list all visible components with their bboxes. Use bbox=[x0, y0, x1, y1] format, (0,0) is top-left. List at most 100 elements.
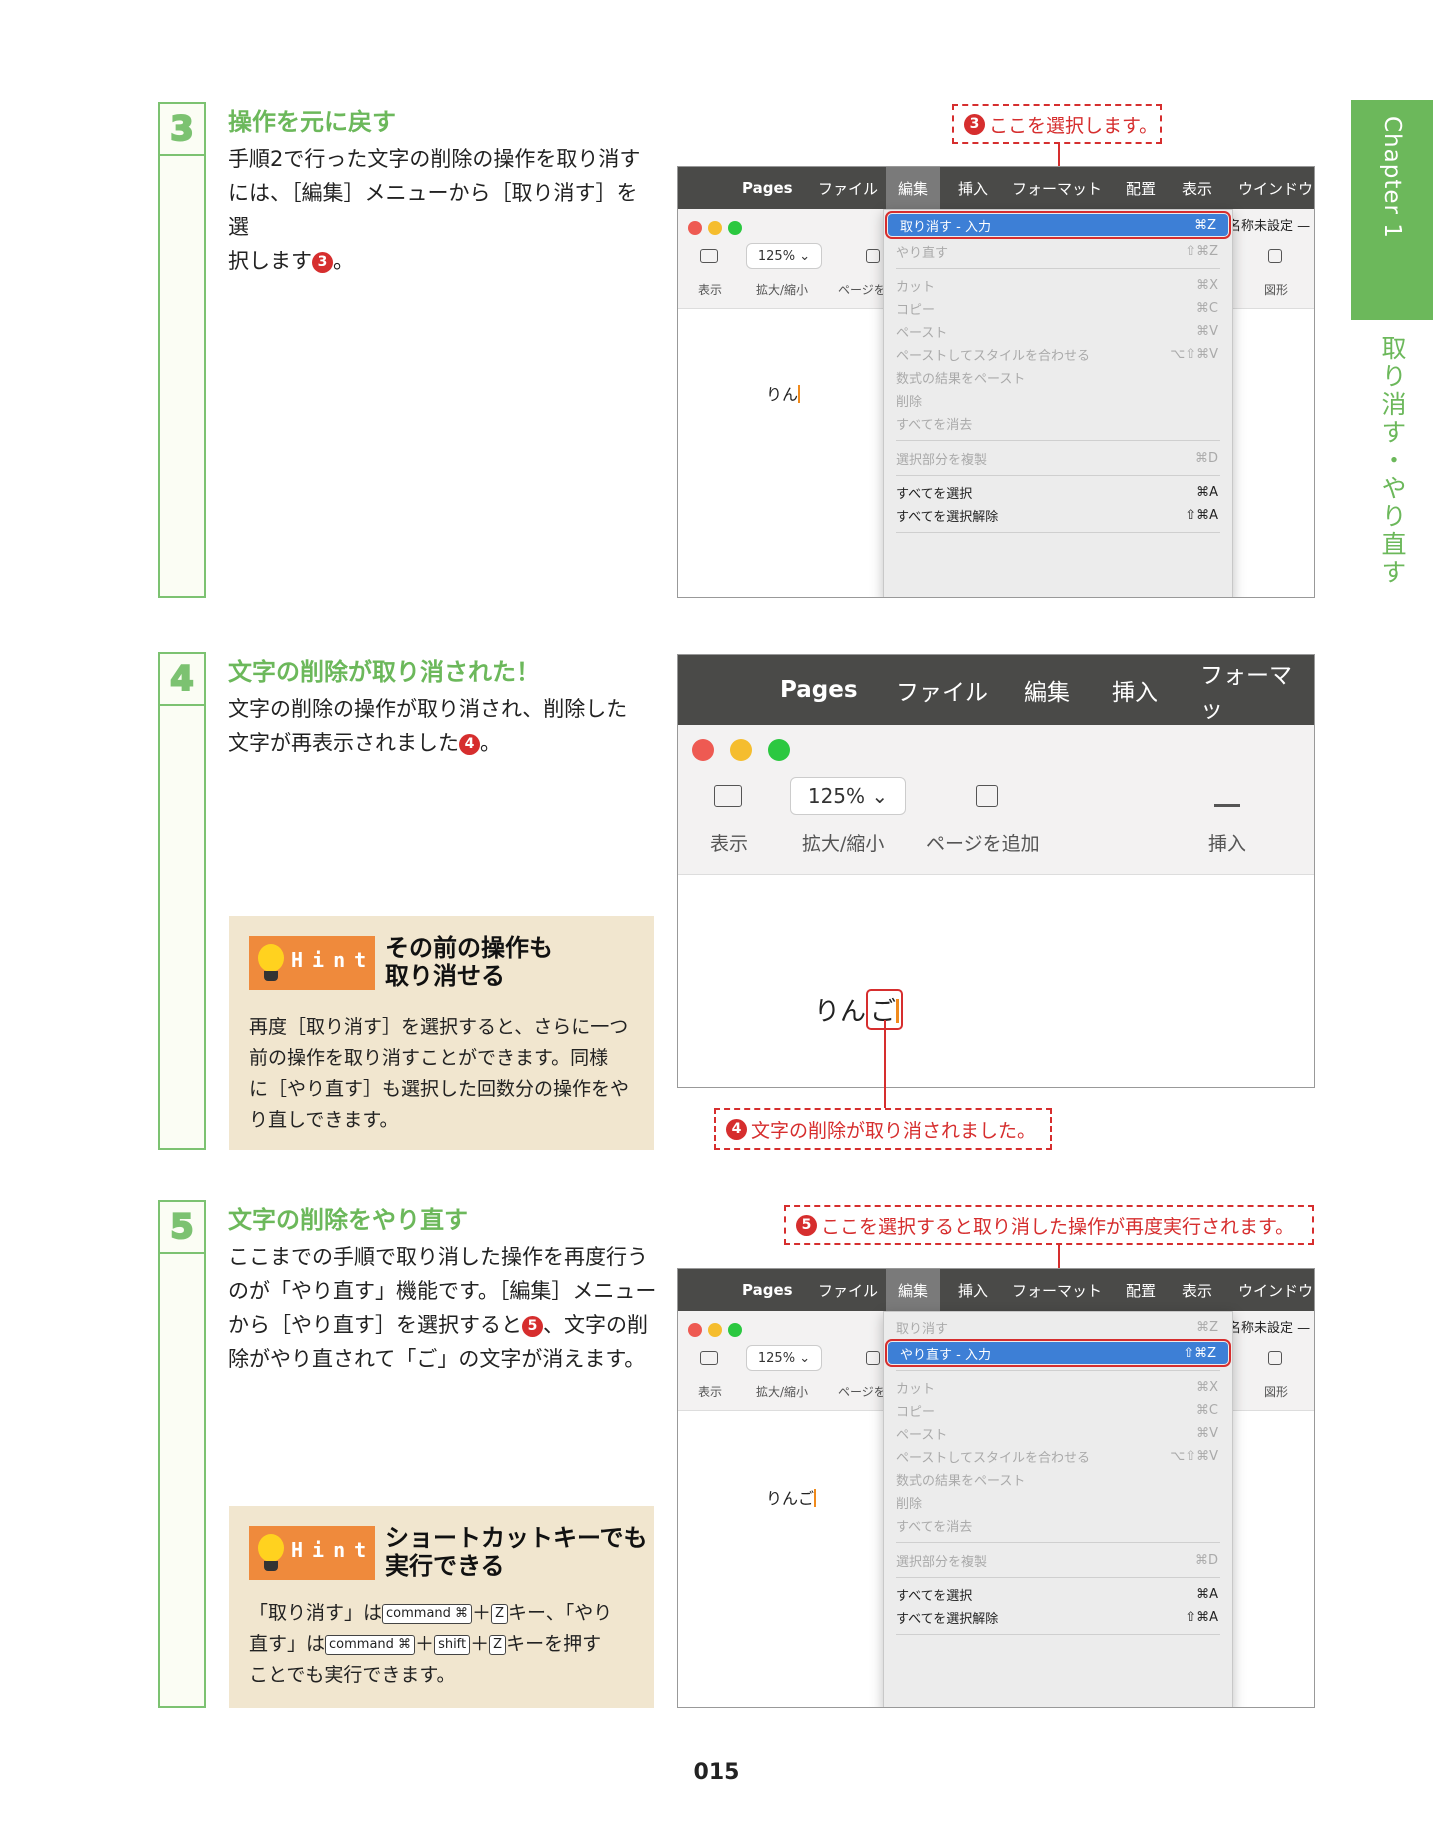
document-title: 名称未設定 — bbox=[1228, 1321, 1311, 1336]
add-page-icon[interactable] bbox=[866, 1351, 880, 1365]
window-toolbar: 125% ⌄ 表示 拡大/縮小 ページを追加 挿入 bbox=[678, 725, 1314, 875]
menu-item-redo[interactable]: やり直す ⇧⌘Z bbox=[896, 240, 1218, 262]
edit-menu: 取り消す - 入力 ⌘Z やり直す ⇧⌘Z カット ⌘X コピー ⌘C ペースト ⌘V ペ… bbox=[883, 209, 1233, 597]
menubar: Pages ファイル 編集 挿入 フォーマッ bbox=[678, 655, 1314, 725]
chapter-label: Chapter 1 bbox=[1379, 116, 1405, 239]
menu-format[interactable]: フォーマット bbox=[1012, 1269, 1102, 1311]
zoom-button[interactable] bbox=[728, 1323, 742, 1337]
minimize-button[interactable] bbox=[730, 739, 752, 761]
step-number: 4 bbox=[169, 658, 195, 700]
hint-title: その前の操作も 取り消せる bbox=[385, 934, 553, 990]
menu-window[interactable]: ウインドウ bbox=[1238, 167, 1313, 209]
add-page-icon[interactable] bbox=[866, 249, 880, 263]
menu-item-undo[interactable]: 取り消す - 入力 ⌘Z bbox=[885, 211, 1231, 239]
menu-item-deselect-all[interactable]: すべてを選択解除 ⇧⌘A bbox=[896, 504, 1218, 526]
close-button[interactable] bbox=[692, 739, 714, 761]
menu-file[interactable]: ファイル bbox=[818, 167, 878, 209]
key-shift: shift bbox=[434, 1635, 471, 1655]
menu-insert[interactable]: 挿入 bbox=[958, 1269, 988, 1311]
menu-item-select-all[interactable]: すべてを選択 ⌘A bbox=[896, 1583, 1218, 1605]
add-page-label: ページを追加 bbox=[926, 833, 1040, 855]
step-5-box: 5 bbox=[158, 1200, 206, 1708]
hint-body: 「取り消す」は command ⌘ ＋ Z キー、「やり 直す」は command ⌘ ＋ s… bbox=[249, 1602, 613, 1686]
zoom-label: 拡大/縮小 bbox=[756, 1385, 809, 1399]
shape-icon[interactable] bbox=[1268, 1351, 1282, 1365]
document-text[interactable]: りんご bbox=[766, 1485, 817, 1509]
lightbulb-icon bbox=[258, 944, 284, 972]
menu-edit[interactable]: 編集 bbox=[1024, 655, 1070, 725]
menu-item-paste-match[interactable]: ペーストしてスタイルを合わせる ⌥⇧⌘V bbox=[896, 343, 1218, 365]
menu-item-paste[interactable]: ペースト ⌘V bbox=[896, 1422, 1218, 1444]
zoom-select[interactable]: 125% ⌄ bbox=[746, 1345, 822, 1371]
menu-format[interactable]: フォーマッ bbox=[1200, 655, 1314, 725]
zoom-select[interactable]: 125% ⌄ bbox=[746, 243, 822, 269]
hint-title: ショートカットキーでも 実行できる bbox=[385, 1524, 648, 1580]
menu-pages[interactable]: Pages bbox=[742, 167, 793, 209]
menubar: Pages ファイル 編集 挿入 フォーマット 配置 表示 ウインドウ bbox=[678, 167, 1314, 209]
menu-item-copy[interactable]: コピー ⌘C bbox=[896, 1399, 1218, 1421]
document-text[interactable]: りんご bbox=[814, 989, 904, 1030]
menu-item-paste-match[interactable]: ペーストしてスタイルを合わせる ⌥⇧⌘V bbox=[896, 1445, 1218, 1467]
menu-item-select-all[interactable]: すべてを選択 ⌘A bbox=[896, 481, 1218, 503]
sidebar-icon[interactable] bbox=[700, 1351, 718, 1365]
callout-5: 5 ここを選択すると取り消した操作が再度実行されます。 bbox=[784, 1205, 1314, 1245]
menu-pages[interactable]: Pages bbox=[742, 1269, 793, 1311]
zoom-button[interactable] bbox=[768, 739, 790, 761]
menu-item-undo[interactable]: 取り消す ⌘Z bbox=[896, 1316, 1218, 1338]
document-title: 名称未設定 — bbox=[1228, 219, 1311, 234]
close-button[interactable] bbox=[688, 1323, 702, 1337]
step-number: 5 bbox=[169, 1206, 195, 1248]
menu-insert[interactable]: 挿入 bbox=[1112, 655, 1158, 725]
menu-edit[interactable]: 編集 bbox=[886, 1269, 941, 1311]
shape-label: 図形 bbox=[1264, 283, 1289, 297]
add-page-icon[interactable] bbox=[976, 785, 998, 807]
step-3-title: 操作を元に戻す bbox=[228, 108, 396, 136]
menu-file[interactable]: ファイル bbox=[896, 655, 988, 725]
zoom-label: 拡大/縮小 bbox=[756, 283, 809, 297]
sidebar-icon[interactable] bbox=[700, 249, 718, 263]
marker-3: 3 bbox=[312, 251, 333, 273]
callout-4: 4 文字の削除が取り消されました。 bbox=[714, 1108, 1052, 1150]
shape-icon[interactable] bbox=[1268, 249, 1282, 263]
menu-arrange[interactable]: 配置 bbox=[1126, 167, 1156, 209]
menu-item-paste[interactable]: ペースト ⌘V bbox=[896, 320, 1218, 342]
menu-item-duplicate[interactable]: 選択部分を複製 ⌘D bbox=[896, 1549, 1218, 1571]
menu-item-clear-all[interactable]: すべてを消去 bbox=[896, 1514, 1218, 1536]
menu-item-redo[interactable]: やり直す - 入力 ⇧⌘Z bbox=[885, 1339, 1231, 1367]
menu-item-duplicate[interactable]: 選択部分を複製 ⌘D bbox=[896, 447, 1218, 469]
menu-pages[interactable]: Pages bbox=[780, 655, 858, 725]
menu-format[interactable]: フォーマット bbox=[1012, 167, 1102, 209]
key-command: command ⌘ bbox=[325, 1635, 416, 1655]
step-4-body: 文字の削除の操作が取り消され、削除した 文字が再表示されました 4。 bbox=[228, 697, 628, 755]
document-text[interactable]: りん bbox=[766, 381, 801, 405]
marker-5: 5 bbox=[522, 1315, 543, 1337]
menu-view[interactable]: 表示 bbox=[1182, 167, 1212, 209]
sidebar-icon[interactable] bbox=[714, 785, 742, 807]
add-page-label: ページを bbox=[838, 283, 886, 297]
menu-arrange[interactable]: 配置 bbox=[1126, 1269, 1156, 1311]
menu-file[interactable]: ファイル bbox=[818, 1269, 878, 1311]
menu-item-copy[interactable]: コピー ⌘C bbox=[896, 297, 1218, 319]
step-3-box: 3 bbox=[158, 102, 206, 598]
menu-edit[interactable]: 編集 bbox=[886, 167, 941, 209]
menu-item-cut[interactable]: カット ⌘X bbox=[896, 1376, 1218, 1398]
menu-item-cut[interactable]: カット ⌘X bbox=[896, 274, 1218, 296]
menu-item-paste-formula[interactable]: 数式の結果をペースト bbox=[896, 366, 1218, 388]
menu-item-deselect-all[interactable]: すべてを選択解除 ⇧⌘A bbox=[896, 1606, 1218, 1628]
menu-item-paste-formula[interactable]: 数式の結果をペースト bbox=[896, 1468, 1218, 1490]
zoom-select[interactable]: 125% ⌄ bbox=[790, 777, 906, 815]
insert-icon[interactable] bbox=[1214, 783, 1240, 807]
menu-item-delete[interactable]: 削除 bbox=[896, 389, 1218, 411]
menu-item-clear-all[interactable]: すべてを消去 bbox=[896, 412, 1218, 434]
menu-view[interactable]: 表示 bbox=[1182, 1269, 1212, 1311]
minimize-button[interactable] bbox=[708, 221, 722, 235]
menu-window[interactable]: ウインドウ bbox=[1238, 1269, 1313, 1311]
menu-insert[interactable]: 挿入 bbox=[958, 167, 988, 209]
menu-item-delete[interactable]: 削除 bbox=[896, 1491, 1218, 1513]
zoom-button[interactable] bbox=[728, 221, 742, 235]
close-button[interactable] bbox=[688, 221, 702, 235]
step-number: 3 bbox=[169, 108, 195, 150]
minimize-button[interactable] bbox=[708, 1323, 722, 1337]
screenshot-restored: Pages ファイル 編集 挿入 フォーマッ 125% ⌄ 表示 拡大/縮小 ペ… bbox=[677, 654, 1315, 1088]
add-page-label: ページを bbox=[838, 1385, 886, 1399]
